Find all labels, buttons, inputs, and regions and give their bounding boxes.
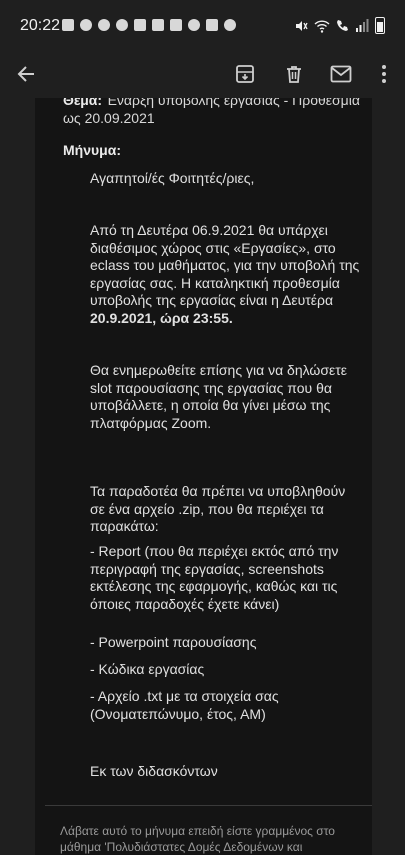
weather-notification-icon: [134, 19, 146, 31]
signal-icon: [356, 19, 369, 32]
list-item: - Αρχείο .txt με τα στοιχεία σας (Ονοματ…: [90, 688, 279, 722]
more-options-button[interactable]: [370, 60, 398, 88]
mail-icon: [330, 65, 352, 83]
footer-divider: [45, 805, 372, 806]
email-subject: Θέμα: Έναρξη υποβολής εργασίας - Προθεσμ…: [63, 98, 368, 127]
subject-text: Έναρξη υποβολής εργασίας - Προθεσμία ως …: [63, 98, 360, 126]
deadline-text: 20.9.2021, ώρα 23:55.: [90, 309, 233, 326]
delete-button[interactable]: [280, 60, 308, 88]
message-label: Μήνυμα:: [63, 142, 121, 158]
call-icon: [337, 20, 348, 31]
chat-notification-icon: [188, 19, 200, 31]
archive-button[interactable]: [231, 60, 259, 88]
paragraph-slot: Θα ενημερωθείτε επίσης για να δηλώσετε s…: [90, 362, 348, 431]
email-body[interactable]: Θέμα: Έναρξη υποβολής εργασίας - Προθεσμ…: [35, 98, 372, 855]
battery-icon: [375, 17, 385, 34]
reddit-notification-icon: [98, 19, 110, 31]
list-item: - Powerpoint παρουσίασης: [90, 634, 257, 650]
cloud-notification-icon: [224, 19, 236, 31]
back-button[interactable]: [12, 60, 40, 88]
list-item: - Report (που θα περιέχει εκτός από την …: [90, 543, 339, 612]
twitch-notification-icon: [170, 19, 182, 31]
subject-label: Θέμα:: [63, 98, 103, 108]
messenger-notification-icon: [80, 19, 92, 31]
list-item: - Κώδικα εργασίας: [90, 661, 205, 677]
more-vert-icon: [382, 65, 386, 83]
mute-icon: [296, 20, 308, 31]
paragraph-submission-text: Από τη Δευτέρα 06.9.2021 θα υπάρχει διαθ…: [90, 222, 360, 308]
greeting-text: Αγαπητοί/ές Φοιτητές/ριες,: [90, 170, 255, 186]
arrow-back-icon: [17, 66, 34, 82]
status-time: 20:22: [20, 17, 61, 34]
archive-icon: [236, 65, 254, 83]
wifi-icon: [314, 19, 330, 33]
app-notification-icon-2: [206, 19, 218, 31]
email-footer: Λάβατε αυτό το μήνυμα επειδή είστε γραμμ…: [60, 824, 335, 854]
app-notification-icon: [152, 19, 164, 31]
notification-icons: [62, 19, 236, 31]
message-notification-icon: [62, 19, 74, 31]
system-icons: [294, 17, 385, 34]
paragraph-submission: Από τη Δευτέρα 06.9.2021 θα υπάρχει διαθ…: [90, 222, 360, 327]
paragraph-deliverables: Τα παραδοτέα θα πρέπει να υποβληθούν σε …: [90, 483, 346, 534]
email-signature: Εκ των διδασκόντων: [90, 763, 218, 779]
status-bar: 20:22: [0, 0, 405, 52]
trash-icon: [287, 66, 301, 83]
email-toolbar: [0, 52, 405, 98]
reddit-notification-icon-2: [116, 19, 128, 31]
mark-unread-button[interactable]: [327, 60, 355, 88]
